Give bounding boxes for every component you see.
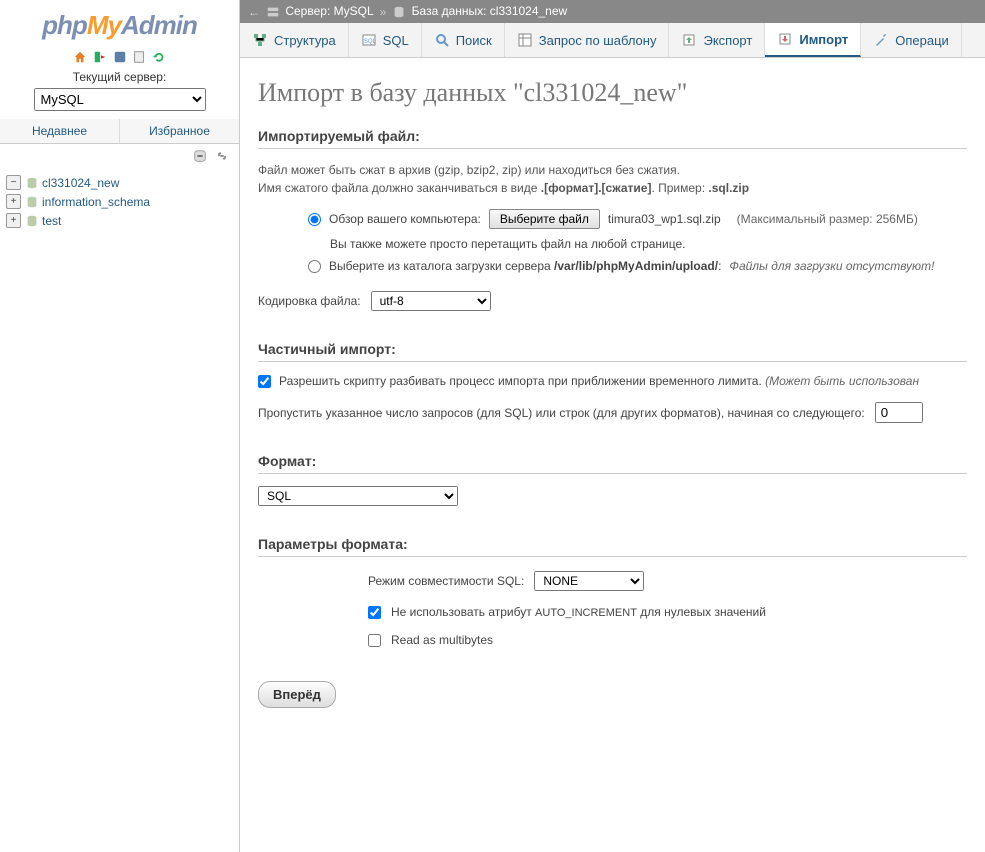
tab-structure[interactable]: Структура [240, 23, 349, 57]
allow-interrupt-label: Разрешить скрипту разбивать процесс импо… [279, 374, 919, 388]
allow-interrupt-checkbox[interactable] [258, 375, 271, 388]
max-size-label: (Максимальный размер: 256МБ) [737, 212, 918, 226]
compat-select[interactable]: NONE [534, 571, 644, 591]
search-icon [434, 32, 450, 48]
db-tree: − cl331024_new + information_schema + te… [0, 167, 239, 236]
tab-label: SQL [383, 33, 409, 48]
recent-tab[interactable]: Недавнее [0, 119, 120, 143]
breadcrumb-db-label: База данных: cl331024_new [412, 4, 568, 18]
database-icon [25, 213, 39, 228]
tree-item-test[interactable]: + test [6, 211, 233, 230]
tree-label[interactable]: cl331024_new [42, 176, 119, 190]
chosen-file-name: timura03_wp1.sql.zip [608, 212, 721, 226]
logo-admin: Admin [121, 10, 197, 40]
tab-label: Запрос по шаблону [539, 33, 657, 48]
top-icons [0, 46, 239, 68]
tab-export[interactable]: Экспорт [669, 23, 765, 57]
server-icon [266, 4, 280, 19]
logo-my: My [87, 10, 121, 40]
doc-icon[interactable] [132, 48, 146, 64]
structure-icon [252, 32, 268, 48]
sql-icon[interactable] [113, 48, 127, 64]
content: Импорт в базу данных "cl331024_new" Импо… [240, 58, 985, 852]
tab-sql[interactable]: SQL SQL [349, 23, 422, 57]
breadcrumb-database[interactable]: База данных: cl331024_new [392, 4, 567, 19]
radio-browse-computer[interactable] [308, 213, 321, 226]
favorite-tab[interactable]: Избранное [120, 119, 239, 143]
sidebar: phpMyAdmin Текущий сервер: MySQL Недавне… [0, 0, 240, 852]
breadcrumb-server[interactable]: Сервер: MySQL [266, 4, 374, 19]
collapse-all-icon[interactable] [193, 148, 207, 164]
no-files-label: Файлы для загрузки отсутствуют! [729, 259, 934, 273]
back-arrow-icon[interactable]: ← [248, 5, 260, 19]
tree-toggle-icon[interactable]: + [6, 194, 21, 209]
exit-icon[interactable] [93, 48, 107, 64]
breadcrumb-server-label: Сервер: MySQL [285, 4, 373, 18]
query-icon [517, 32, 533, 48]
drag-hint: Вы также можете просто перетащить файл н… [330, 237, 686, 251]
submit-button[interactable]: Вперёд [258, 681, 336, 708]
import-icon [777, 31, 793, 47]
read-multibytes-label: Read as multibytes [391, 633, 493, 647]
breadcrumb-separator: » [380, 5, 387, 19]
read-multibytes-checkbox[interactable] [368, 634, 381, 647]
tree-toggle-icon[interactable]: − [6, 175, 21, 190]
radio-upload-dir[interactable] [308, 260, 321, 273]
svg-text:SQL: SQL [364, 39, 377, 45]
compat-label: Режим совместимости SQL: [368, 574, 524, 588]
main: ← Сервер: MySQL » База данных: cl331024_… [240, 0, 985, 852]
section-format: Формат: [258, 453, 967, 474]
server-select[interactable]: MySQL [34, 88, 206, 111]
tree-label[interactable]: information_schema [42, 195, 150, 209]
page-title: Импорт в базу данных "cl331024_new" [258, 78, 967, 108]
tree-toggle-icon[interactable]: + [6, 213, 21, 228]
skip-queries-input[interactable] [875, 402, 923, 423]
tab-label: Операци [895, 33, 949, 48]
reload-icon[interactable] [152, 48, 166, 64]
tree-label[interactable]: test [42, 214, 61, 228]
upload-dir-text: Выберите из каталога загрузки сервера /v… [329, 259, 721, 273]
operations-icon [873, 32, 889, 48]
database-icon [25, 175, 39, 190]
tab-import[interactable]: Импорт [765, 23, 861, 57]
no-autoinc-label: Не использовать атрибут AUTO_INCREMENT д… [391, 605, 766, 619]
tab-operations[interactable]: Операци [861, 23, 962, 57]
database-icon [392, 4, 406, 19]
home-icon[interactable] [73, 48, 87, 64]
breadcrumb: ← Сервер: MySQL » База данных: cl331024_… [240, 0, 985, 23]
tab-search[interactable]: Поиск [422, 23, 505, 57]
sql-icon: SQL [361, 32, 377, 48]
browse-label: Обзор вашего компьютера: [329, 212, 481, 226]
tab-label: Структура [274, 33, 336, 48]
logo[interactable]: phpMyAdmin [0, 0, 239, 46]
tab-query[interactable]: Запрос по шаблону [505, 23, 670, 57]
tab-label: Поиск [456, 33, 492, 48]
no-autoinc-checkbox[interactable] [368, 606, 381, 619]
charset-label: Кодировка файла: [258, 294, 361, 308]
tab-label: Экспорт [703, 33, 752, 48]
tree-item-cl331024[interactable]: − cl331024_new [6, 173, 233, 192]
choose-file-button[interactable]: Выберите файл [489, 209, 600, 229]
logo-php: php [42, 10, 87, 40]
section-format-params: Параметры формата: [258, 536, 967, 557]
main-tabs: Структура SQL SQL Поиск Запрос по шаблон… [240, 23, 985, 58]
charset-select[interactable]: utf-8 [371, 291, 491, 311]
format-select[interactable]: SQL [258, 486, 458, 506]
export-icon [681, 32, 697, 48]
import-hint: Файл может быть сжат в архив (gzip, bzip… [258, 161, 967, 197]
section-import-file: Импортируемый файл: [258, 128, 967, 149]
tab-label: Импорт [799, 32, 848, 47]
current-server-label: Текущий сервер: [0, 68, 239, 88]
tree-item-information-schema[interactable]: + information_schema [6, 192, 233, 211]
skip-label: Пропустить указанное число запросов (для… [258, 406, 865, 420]
section-partial-import: Частичный импорт: [258, 341, 967, 362]
link-icon[interactable] [215, 148, 229, 164]
database-icon [25, 194, 39, 209]
